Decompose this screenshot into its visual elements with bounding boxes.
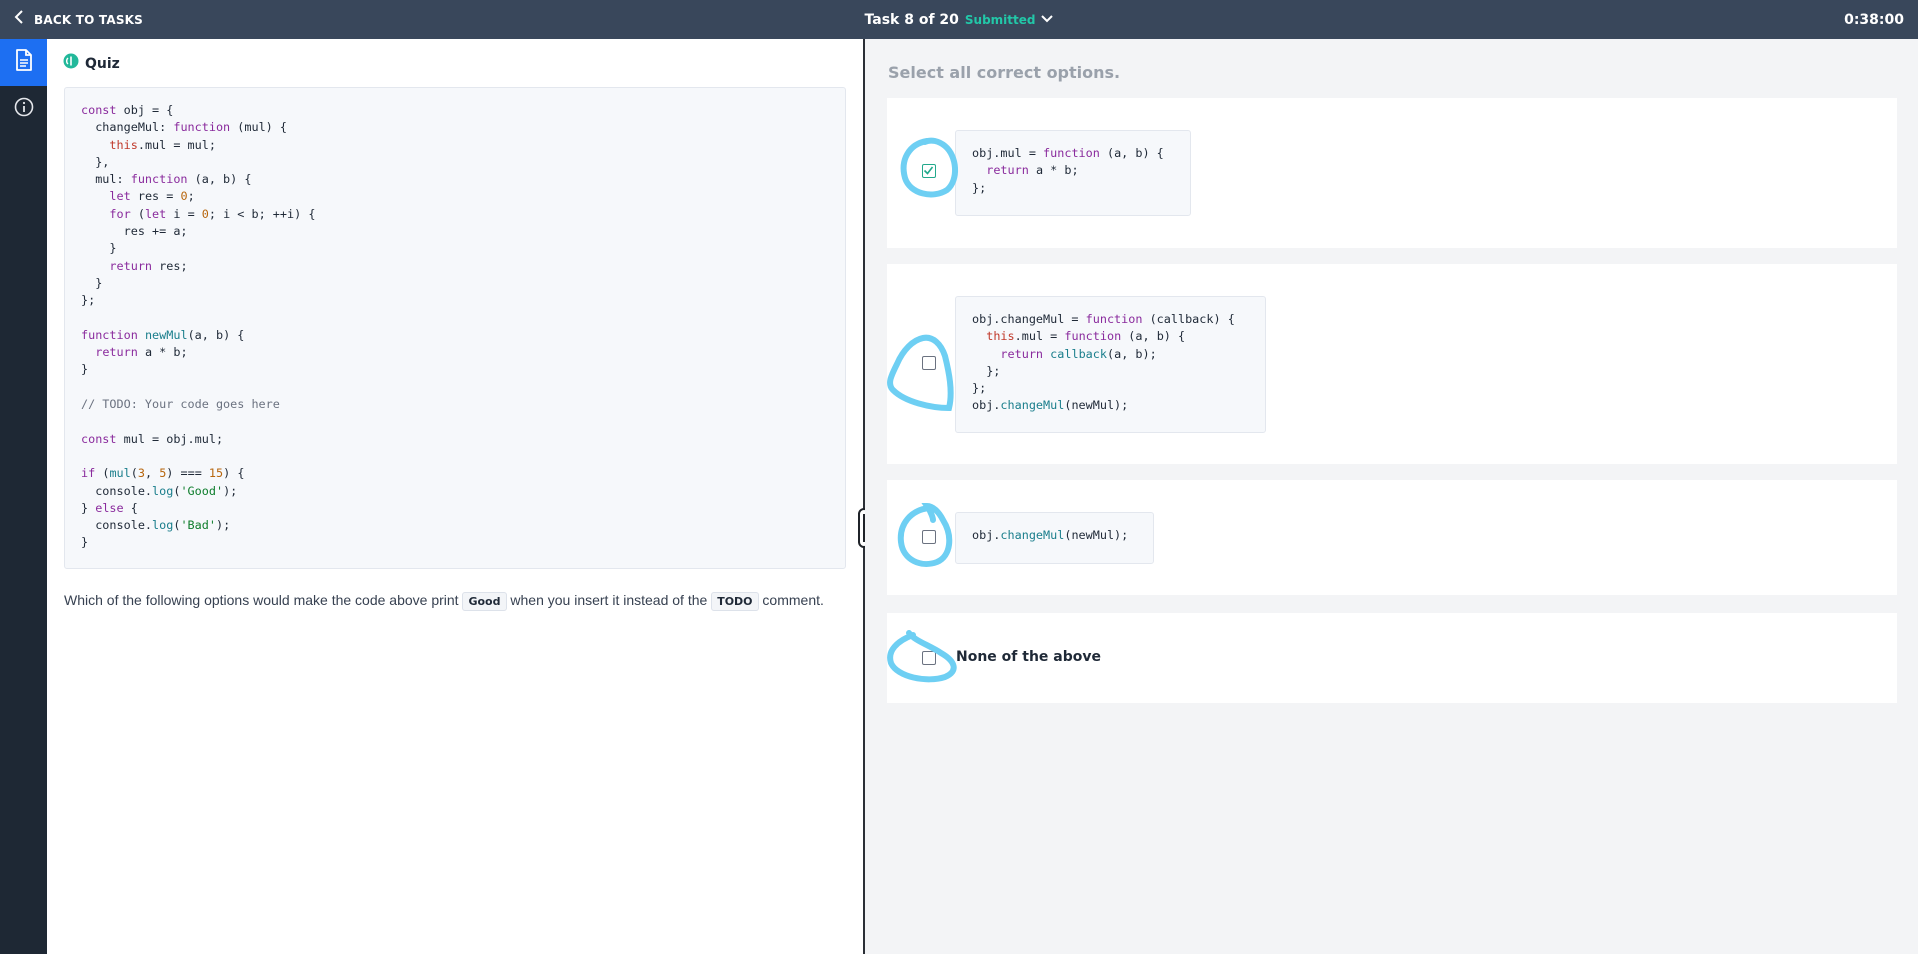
side-rail bbox=[0, 39, 47, 954]
question-part-2: when you insert it instead of the bbox=[510, 592, 708, 608]
instruction-text: Select all correct options. bbox=[888, 63, 1121, 82]
back-to-tasks-link[interactable]: BACK TO TASKS bbox=[14, 0, 143, 39]
checkmark-icon bbox=[923, 166, 934, 175]
option-1-code-text: obj.mul = function (a, b) { return a * b… bbox=[972, 146, 1164, 195]
question-part-1: Which of the following options would mak… bbox=[64, 592, 459, 608]
option-1-checkbox[interactable] bbox=[922, 164, 936, 178]
chevron-down-icon[interactable] bbox=[1041, 11, 1054, 29]
top-bar: BACK TO TASKS Task 8 of 20 Submitted 0:3… bbox=[0, 0, 1918, 39]
quiz-header: Quiz bbox=[63, 53, 120, 74]
code-block: const obj = { changeMul: function (mul) … bbox=[64, 87, 846, 569]
option-2-code: obj.changeMul = function (callback) { th… bbox=[955, 296, 1266, 433]
answer-option-2[interactable]: obj.changeMul = function (callback) { th… bbox=[887, 264, 1897, 464]
quiz-icon bbox=[63, 53, 79, 74]
question-text: Which of the following options would mak… bbox=[64, 589, 864, 613]
info-icon bbox=[14, 97, 34, 122]
document-icon bbox=[15, 49, 33, 76]
task-counter: Task 8 of 20 bbox=[864, 11, 959, 28]
status-badge: Submitted bbox=[964, 12, 1036, 27]
answers-panel: Select all correct options. obj.mul = fu… bbox=[865, 39, 1918, 954]
answer-option-4[interactable]: None of the above bbox=[887, 613, 1897, 703]
back-to-tasks-label: BACK TO TASKS bbox=[34, 12, 144, 27]
option-2-checkbox[interactable] bbox=[922, 356, 936, 370]
inline-code-todo: TODO bbox=[711, 592, 759, 611]
option-4-label: None of the above bbox=[956, 649, 1101, 665]
quiz-title: Quiz bbox=[85, 55, 120, 72]
option-2-code-text: obj.changeMul = function (callback) { th… bbox=[972, 312, 1235, 413]
rail-item-info[interactable] bbox=[0, 86, 47, 133]
code-text: const obj = { changeMul: function (mul) … bbox=[81, 103, 316, 550]
option-4-checkbox[interactable] bbox=[922, 651, 936, 665]
answer-option-3[interactable]: obj.changeMul(newMul); bbox=[887, 480, 1897, 595]
option-3-checkbox[interactable] bbox=[922, 530, 936, 544]
option-1-code: obj.mul = function (a, b) { return a * b… bbox=[955, 130, 1191, 216]
timer: 0:38:00 bbox=[1844, 11, 1904, 28]
answer-option-1[interactable]: obj.mul = function (a, b) { return a * b… bbox=[887, 98, 1897, 248]
chevron-left-icon bbox=[14, 10, 24, 29]
rail-item-task[interactable] bbox=[0, 39, 47, 86]
question-part-3: comment. bbox=[762, 592, 824, 608]
quiz-panel: Quiz const obj = { changeMul: function (… bbox=[47, 39, 863, 954]
option-3-code: obj.changeMul(newMul); bbox=[955, 512, 1154, 564]
option-3-code-text: obj.changeMul(newMul); bbox=[972, 528, 1129, 542]
inline-code-good: Good bbox=[462, 592, 507, 611]
annotation-circle-2 bbox=[887, 334, 954, 412]
task-indicator: Task 8 of 20 Submitted bbox=[0, 0, 1918, 39]
